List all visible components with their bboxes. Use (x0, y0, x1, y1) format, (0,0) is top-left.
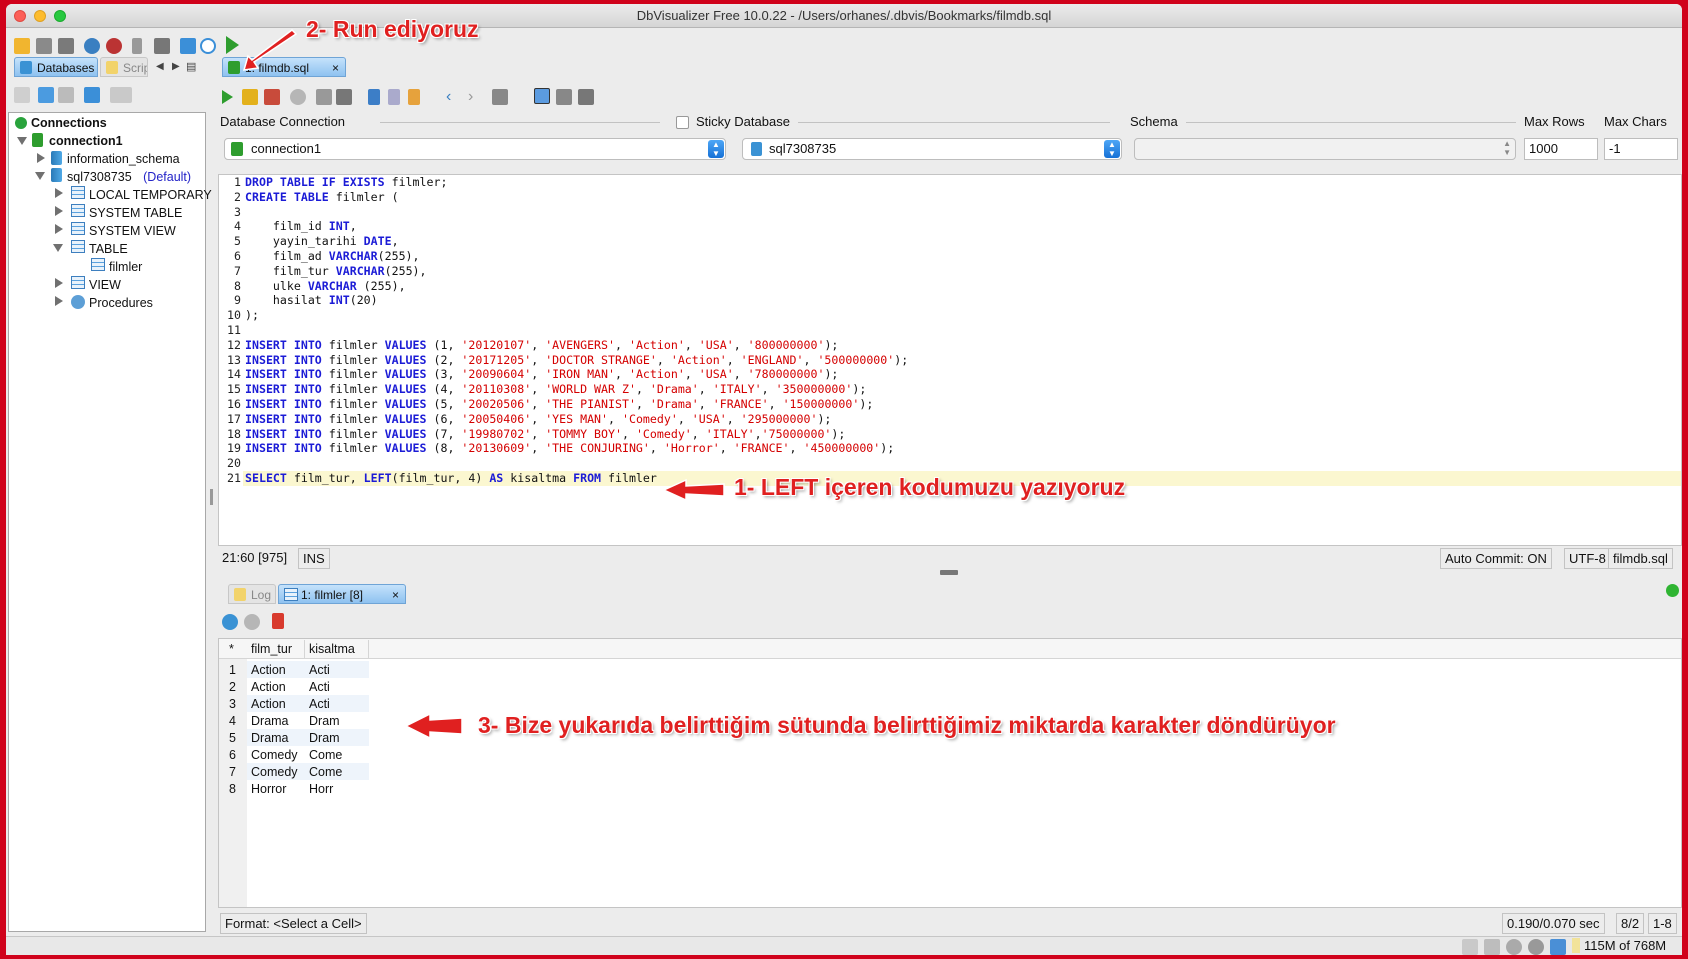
app-window: DbVisualizer Free 10.0.22 - /Users/orhan… (6, 4, 1682, 955)
arrow-3 (404, 712, 463, 740)
arrow-1 (662, 478, 725, 502)
annotation-run: 2- Run ediyoruz (306, 16, 479, 42)
annotation-left-query: 1- LEFT içeren kodumuzu yazıyoruz (734, 474, 1126, 500)
arrow-2 (242, 29, 298, 71)
annotation-result: 3- Bize yukarıda belirttiğim sütunda bel… (478, 712, 1336, 738)
